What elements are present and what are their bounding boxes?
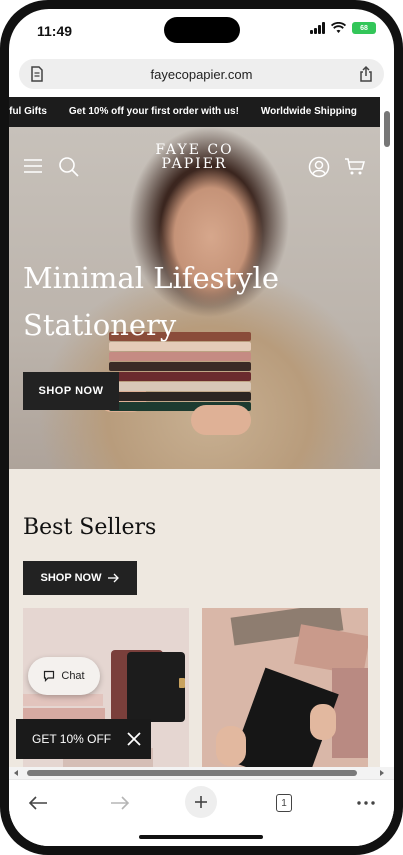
more-menu-button[interactable] <box>355 790 377 816</box>
hero-shop-now-button[interactable]: SHOP NOW <box>23 372 119 410</box>
scroll-thumb[interactable] <box>27 770 357 776</box>
scroll-right-icon[interactable] <box>378 769 386 777</box>
discount-label[interactable]: GET 10% OFF <box>32 732 111 746</box>
screen: 11:49 68 fayecopapier.com ful Gifts Get … <box>9 9 394 846</box>
chat-button[interactable]: Chat <box>28 657 100 695</box>
forward-button[interactable] <box>107 790 133 816</box>
best-sellers-shop-now-button[interactable]: SHOP NOW <box>23 561 137 595</box>
chat-label: Chat <box>61 670 85 682</box>
vertical-scrollbar[interactable] <box>382 97 392 769</box>
announcement-item: dful Gifts <box>9 106 47 117</box>
wifi-icon <box>331 22 346 33</box>
new-tab-button[interactable] <box>185 786 217 818</box>
account-icon[interactable] <box>308 156 330 178</box>
status-icons: 68 <box>310 22 376 34</box>
back-button[interactable] <box>25 790 51 816</box>
status-time: 11:49 <box>37 23 73 39</box>
home-indicator <box>139 835 263 839</box>
announcement-item: Worldwide Shipping <box>260 106 357 117</box>
chat-icon <box>44 670 55 682</box>
tab-count: 1 <box>276 794 292 812</box>
tabs-button[interactable]: 1 <box>275 790 293 816</box>
share-icon[interactable] <box>358 65 374 83</box>
best-sellers-title: Best Sellers <box>23 515 157 540</box>
announcement-item[interactable]: Get 10% off your first order with us! <box>69 106 239 117</box>
back-arrow-icon <box>28 796 47 810</box>
forward-arrow-icon <box>111 796 130 810</box>
arrow-right-icon <box>108 573 120 583</box>
hero-title: Minimal Lifestyle Stationery <box>23 261 279 342</box>
more-icon <box>357 801 375 805</box>
hero-banner: FAYE CO PAPIER Minimal Lifestyle Station… <box>9 127 380 469</box>
product-card[interactable] <box>202 608 368 768</box>
phone-frame: 11:49 68 fayecopapier.com ful Gifts Get … <box>0 0 403 855</box>
announcement-bar: dful Gifts Get 10% off your first order … <box>9 97 380 127</box>
url-text[interactable]: fayecopapier.com <box>19 67 384 82</box>
hero-image <box>191 405 251 435</box>
plus-icon <box>195 796 207 808</box>
browser-toolbar: 1 <box>9 779 394 846</box>
discount-popup[interactable]: GET 10% OFF <box>16 719 151 759</box>
dynamic-island <box>164 17 240 43</box>
status-bar: 11:49 68 <box>9 9 394 53</box>
close-icon[interactable] <box>127 732 141 746</box>
battery-icon: 68 <box>352 22 376 34</box>
signal-icon <box>310 22 325 34</box>
cart-icon[interactable] <box>344 157 366 177</box>
scroll-thumb[interactable] <box>384 111 390 147</box>
horizontal-scrollbar[interactable] <box>9 767 394 779</box>
scroll-left-icon[interactable] <box>12 769 20 777</box>
address-bar[interactable]: fayecopapier.com <box>19 59 384 89</box>
